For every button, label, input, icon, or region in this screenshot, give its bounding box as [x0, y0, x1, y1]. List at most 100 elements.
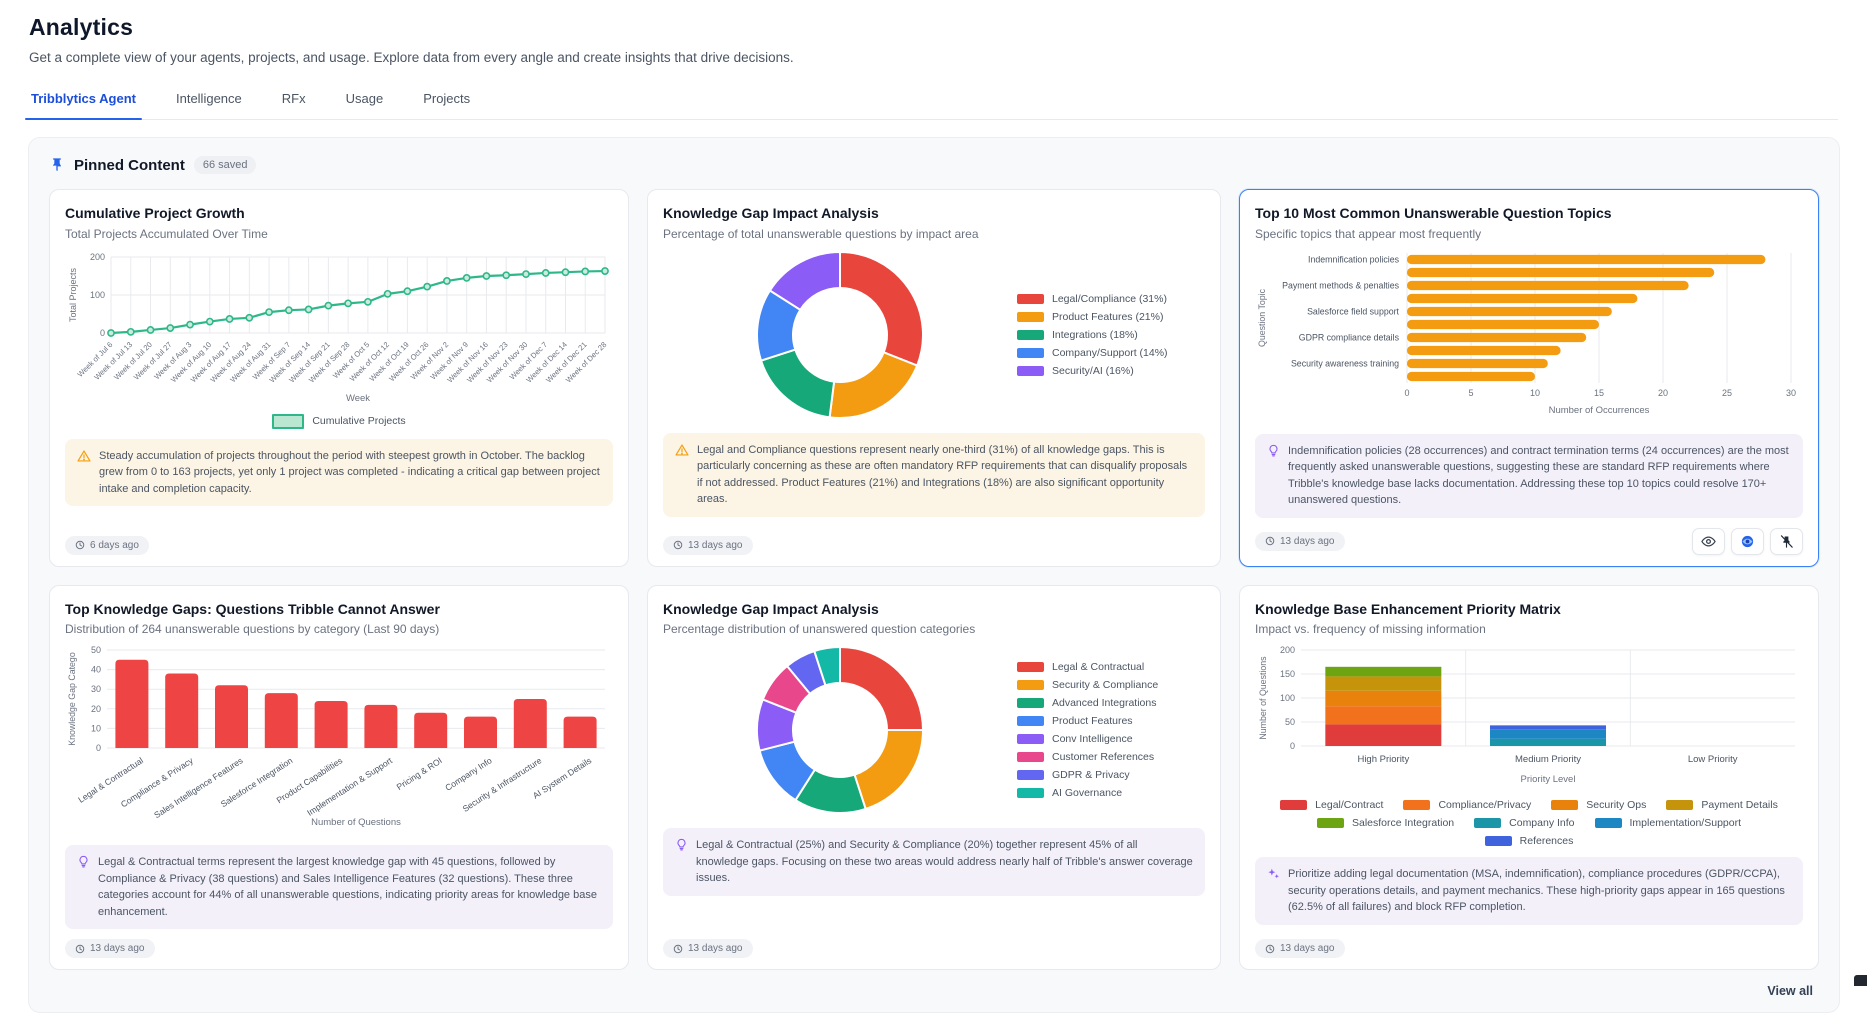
svg-text:GDPR compliance details: GDPR compliance details [1299, 332, 1400, 342]
svg-text:Medium Priority: Medium Priority [1515, 754, 1581, 765]
tab-tribblytics-agent[interactable]: Tribblytics Agent [29, 85, 138, 119]
svg-text:30: 30 [91, 684, 101, 694]
svg-text:20: 20 [91, 704, 101, 714]
svg-text:40: 40 [91, 665, 101, 675]
svg-text:20: 20 [1658, 388, 1668, 398]
legend-label: Salesforce Integration [1352, 817, 1454, 829]
insight-text: Legal & Contractual terms represent the … [98, 854, 601, 920]
insight-box: Prioritize adding legal documentation (M… [1255, 857, 1803, 925]
card-knowledge-gap-impact-1[interactable]: Knowledge Gap Impact Analysis Percentage… [647, 189, 1221, 567]
tab-intelligence[interactable]: Intelligence [174, 85, 244, 119]
legend-label: Advanced Integrations [1052, 697, 1157, 709]
card-title: Knowledge Gap Impact Analysis [663, 601, 1205, 619]
svg-text:100: 100 [1280, 693, 1295, 703]
pinned-header: Pinned Content 66 saved [49, 156, 1819, 174]
tab-projects[interactable]: Projects [421, 85, 472, 119]
card-subtitle: Distribution of 264 unanswerable questio… [65, 622, 613, 636]
line-chart: 0100200Total ProjectsWeek of Jul 6Week o… [65, 249, 613, 407]
card-cumulative-project-growth[interactable]: Cumulative Project Growth Total Projects… [49, 189, 629, 567]
chart-area: 051015202530Indemnification policiesPaym… [1255, 249, 1803, 424]
legend-swatch [1017, 752, 1044, 762]
timestamp-badge: 13 days ago [65, 939, 155, 958]
legend-item: Legal/Compliance (31%) [1017, 293, 1205, 305]
floating-widget[interactable] [1854, 975, 1867, 986]
card-footer: 13 days ago [65, 929, 613, 958]
card-top10-unanswerable-topics[interactable]: Top 10 Most Common Unanswerable Question… [1239, 189, 1819, 567]
card-title: Top Knowledge Gaps: Questions Tribble Ca… [65, 601, 613, 619]
svg-text:Number of Questions: Number of Questions [1258, 656, 1268, 740]
legend-swatch [1485, 836, 1512, 846]
timestamp-badge: 13 days ago [663, 939, 753, 958]
svg-text:0: 0 [1290, 741, 1295, 751]
card-knowledge-gap-impact-2[interactable]: Knowledge Gap Impact Analysis Percentage… [647, 585, 1221, 971]
tab-rfx[interactable]: RFx [280, 85, 308, 119]
lightbulb-icon [1267, 444, 1280, 463]
card-subtitle: Total Projects Accumulated Over Time [65, 227, 613, 241]
tab-bar: Tribblytics Agent Intelligence RFx Usage… [29, 85, 1838, 120]
legend-label: Customer References [1052, 751, 1154, 763]
card-title: Top 10 Most Common Unanswerable Question… [1255, 205, 1803, 223]
legend-swatch [1017, 734, 1044, 744]
legend-item: Advanced Integrations [1017, 697, 1205, 709]
legend-swatch [1017, 348, 1044, 358]
svg-text:50: 50 [1285, 717, 1295, 727]
legend-swatch [1017, 330, 1044, 340]
legend-swatch [1551, 800, 1578, 810]
colored-eye-icon[interactable] [1731, 528, 1764, 555]
legend-item: References [1485, 835, 1574, 847]
svg-text:Salesforce field support: Salesforce field support [1307, 306, 1399, 316]
chart-legend: Cumulative Projects [65, 414, 613, 429]
svg-text:Priority Level: Priority Level [1521, 774, 1576, 785]
legend-swatch [1317, 818, 1344, 828]
legend-label: Compliance/Privacy [1438, 799, 1531, 811]
donut-chart [752, 247, 928, 423]
legend-label: AI Governance [1052, 787, 1122, 799]
panel-footer: View all [49, 984, 1819, 998]
svg-text:5: 5 [1468, 388, 1473, 398]
chart-area: Legal/Compliance (31%)Product Features (… [663, 247, 1205, 423]
legend-label: Security & Compliance [1052, 679, 1158, 691]
lightbulb-icon [675, 838, 688, 857]
donut-legend: Legal & ContractualSecurity & Compliance… [1017, 661, 1205, 799]
unpin-icon[interactable] [1770, 528, 1803, 555]
legend-swatch [1017, 294, 1044, 304]
legend-swatch [1017, 698, 1044, 708]
chart-area: 0100200Total ProjectsWeek of Jul 6Week o… [65, 249, 613, 429]
insight-text: Steady accumulation of projects througho… [99, 448, 601, 498]
page-subtitle: Get a complete view of your agents, proj… [29, 50, 1867, 65]
card-top-knowledge-gaps[interactable]: Top Knowledge Gaps: Questions Tribble Ca… [49, 585, 629, 971]
svg-text:15: 15 [1594, 388, 1604, 398]
legend-swatch [1474, 818, 1501, 828]
insight-box: Legal & Contractual terms represent the … [65, 845, 613, 929]
legend-item: Compliance/Privacy [1403, 799, 1531, 811]
svg-text:100: 100 [90, 290, 105, 300]
timestamp-badge: 13 days ago [663, 536, 753, 555]
pinned-content-panel: Pinned Content 66 saved Cumulative Proje… [28, 137, 1840, 1013]
preview-eye-icon[interactable] [1692, 528, 1725, 555]
tab-usage[interactable]: Usage [344, 85, 386, 119]
legend-item: Security/AI (16%) [1017, 365, 1205, 377]
svg-text:High Priority: High Priority [1357, 754, 1409, 765]
card-priority-matrix[interactable]: Knowledge Base Enhancement Priority Matr… [1239, 585, 1819, 971]
legend-item: Implementation/Support [1595, 817, 1741, 829]
svg-text:10: 10 [91, 723, 101, 733]
legend-item: Conv Intelligence [1017, 733, 1205, 745]
legend-label: Conv Intelligence [1052, 733, 1133, 745]
svg-text:Low Priority: Low Priority [1688, 754, 1738, 765]
legend-swatch [1280, 800, 1307, 810]
svg-text:Security awareness training: Security awareness training [1291, 358, 1399, 368]
legend-swatch [272, 414, 304, 429]
legend-swatch [1017, 366, 1044, 376]
legend-label: Security Ops [1586, 799, 1646, 811]
sparkles-icon [1267, 867, 1280, 886]
svg-text:Number of Questions: Number of Questions [311, 817, 401, 828]
stack-legend: Legal/ContractCompliance/PrivacySecurity… [1255, 799, 1803, 847]
svg-text:Implementation & Support: Implementation & Support [305, 755, 394, 818]
legend-item: Company Info [1474, 817, 1574, 829]
card-footer: 13 days ago [1255, 518, 1803, 555]
svg-text:150: 150 [1280, 669, 1295, 679]
card-grid: Cumulative Project Growth Total Projects… [49, 189, 1819, 970]
view-all-button[interactable]: View all [1767, 984, 1813, 998]
legend-swatch [1017, 716, 1044, 726]
legend-item: Payment Details [1666, 799, 1777, 811]
